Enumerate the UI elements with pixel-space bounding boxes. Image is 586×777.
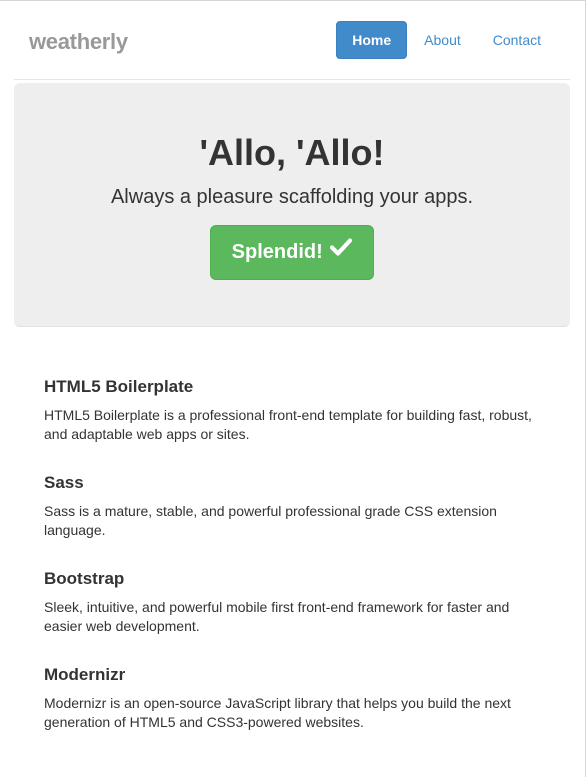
jumbotron-title: 'Allo, 'Allo! <box>199 132 385 173</box>
feature-description: Sleek, intuitive, and powerful mobile fi… <box>44 599 510 634</box>
check-icon <box>330 224 353 277</box>
feature-description: HTML5 Boilerplate is a professional fron… <box>44 407 532 442</box>
feature-sass: Sass Sass is a mature, stable, and power… <box>44 471 544 540</box>
splendid-button-label: Splendid! <box>231 241 323 263</box>
feature-bootstrap: Bootstrap Sleek, intuitive, and powerful… <box>44 567 544 636</box>
jumbotron-lead: Always a pleasure scaffolding your apps. <box>110 186 474 208</box>
marketing-section: HTML5 Boilerplate HTML5 Boilerplate is a… <box>44 375 544 759</box>
site-header: weatherly Home About Contact <box>14 1 570 80</box>
feature-title: HTML5 Boilerplate <box>44 377 194 396</box>
feature-html5-boilerplate: HTML5 Boilerplate HTML5 Boilerplate is a… <box>44 375 544 444</box>
jumbotron: 'Allo, 'Allo! Always a pleasure scaffold… <box>14 83 570 327</box>
brand-logo-text[interactable]: weatherly <box>29 29 128 55</box>
feature-title: Modernizr <box>44 665 126 684</box>
feature-modernizr: Modernizr Modernizr is an open-source Ja… <box>44 663 544 732</box>
feature-title: Bootstrap <box>44 569 125 588</box>
nav-contact-link[interactable]: Contact <box>478 21 556 59</box>
nav-home-link[interactable]: Home <box>336 21 408 59</box>
feature-title: Sass <box>44 473 84 492</box>
main-nav: Home About Contact <box>334 21 556 59</box>
feature-description: Modernizr is an open-source JavaScript l… <box>44 695 511 730</box>
feature-description: Sass is a mature, stable, and powerful p… <box>44 503 497 538</box>
splendid-button[interactable]: Splendid! <box>210 225 374 280</box>
nav-about-link[interactable]: About <box>409 21 476 59</box>
